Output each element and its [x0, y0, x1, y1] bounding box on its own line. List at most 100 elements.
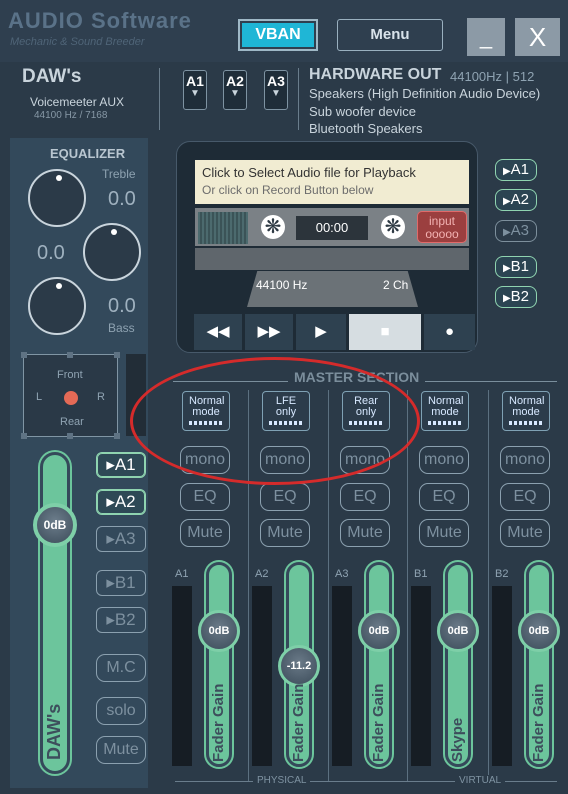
- input-sample-rate: 44100 Hz / 7168: [34, 110, 108, 121]
- eq-button-a3[interactable]: EQ: [340, 483, 390, 511]
- menu-button[interactable]: Menu: [337, 19, 443, 51]
- fader-knob-a2[interactable]: -11.2: [278, 644, 320, 687]
- mode-button-b2[interactable]: Normal mode: [502, 391, 550, 431]
- record-input-button[interactable]: input ooooo: [417, 211, 467, 243]
- eq-button-b1[interactable]: EQ: [419, 483, 469, 511]
- player-bus-a3[interactable]: ▶A3: [495, 220, 537, 242]
- daw-bus-a2-button[interactable]: ▶A2: [96, 489, 146, 515]
- app-brand-subtitle: Mechanic & Sound Breeder: [10, 36, 145, 48]
- player-channels: 2 Ch: [383, 278, 409, 292]
- bus-label-b2: B2: [495, 568, 509, 580]
- play-button[interactable]: ▶: [296, 314, 346, 350]
- input-strip-title[interactable]: DAW's: [22, 66, 81, 88]
- divider: [159, 68, 160, 130]
- play-icon: ▶: [106, 496, 115, 509]
- bus-selector-a2[interactable]: A2 ▼: [223, 70, 247, 110]
- player-bus-a2[interactable]: ▶A2: [495, 189, 537, 211]
- play-icon: ▶: [106, 614, 115, 627]
- player-bus-b2[interactable]: ▶B2: [495, 286, 537, 308]
- tape-level-grid: [198, 212, 248, 244]
- treble-value: 0.0: [108, 188, 136, 210]
- mono-button-b2[interactable]: mono: [500, 446, 550, 474]
- playback-prompt-sub: Or click on Record Button below: [202, 183, 374, 197]
- hardware-device-1: Speakers (High Definition Audio Device): [309, 86, 541, 101]
- dropdown-icon: ▼: [190, 88, 200, 99]
- mute-button-a1[interactable]: Mute: [180, 519, 230, 547]
- mute-button-a3[interactable]: Mute: [340, 519, 390, 547]
- mc-button[interactable]: M.C: [96, 654, 146, 682]
- bus-label-b1: B1: [414, 568, 428, 580]
- record-button[interactable]: ●: [424, 314, 475, 350]
- panner-position-dot[interactable]: [64, 391, 78, 405]
- play-icon: ▶: [106, 577, 115, 590]
- fader-label-a1: Fader Gain: [210, 683, 227, 762]
- mute-button-b2[interactable]: Mute: [500, 519, 550, 547]
- bus-selector-a3[interactable]: A3 ▼: [264, 70, 288, 110]
- minimize-button[interactable]: _: [467, 18, 505, 56]
- input-device-name: Voicemeeter AUX: [30, 95, 125, 109]
- bass-value: 0.0: [108, 295, 136, 317]
- solo-button[interactable]: solo: [96, 697, 146, 725]
- dropdown-icon: ▼: [271, 88, 281, 99]
- divider: [298, 68, 299, 130]
- hardware-device-3: Bluetooth Speakers: [309, 121, 423, 136]
- level-meter-a3: [332, 586, 352, 766]
- daw-bus-b2-button[interactable]: ▶B2: [96, 607, 146, 633]
- close-button[interactable]: X: [515, 18, 560, 56]
- eq-button-b2[interactable]: EQ: [500, 483, 550, 511]
- mute-button[interactable]: Mute: [96, 736, 146, 764]
- daw-bus-b1-button[interactable]: ▶B1: [96, 570, 146, 596]
- hardware-out-title[interactable]: HARDWARE OUT: [309, 66, 441, 84]
- fader-knob-a3[interactable]: 0dB: [358, 609, 400, 652]
- fader-knob-a1[interactable]: 0dB: [198, 609, 240, 652]
- player-bus-b1[interactable]: ▶B1: [495, 256, 537, 278]
- mode-label: Normal mode: [428, 395, 464, 418]
- fader-label-a2: Fader Gain: [290, 683, 307, 762]
- bass-knob[interactable]: [28, 277, 86, 335]
- play-icon: ▶: [502, 293, 511, 304]
- play-icon: ▶: [106, 533, 115, 546]
- virtual-label: VIRTUAL: [455, 775, 506, 786]
- play-icon: ▶: [106, 459, 115, 472]
- hardware-device-2: Sub woofer device: [309, 104, 416, 119]
- play-icon: ▶: [315, 323, 327, 340]
- mode-button-b1[interactable]: Normal mode: [421, 391, 469, 431]
- mode-label: Normal mode: [509, 395, 545, 418]
- bus-label-a1: A1: [175, 568, 189, 580]
- panner[interactable]: Front Rear L R: [21, 352, 120, 439]
- vban-button[interactable]: VBAN: [238, 19, 318, 51]
- physical-label: PHYSICAL: [253, 775, 311, 786]
- play-icon: ▶: [502, 196, 511, 207]
- daw-bus-a3-button[interactable]: ▶A3: [96, 526, 146, 552]
- mute-button-a2[interactable]: Mute: [260, 519, 310, 547]
- strip-divider: [488, 390, 489, 782]
- stop-button[interactable]: ■: [349, 314, 421, 350]
- playback-file-selector[interactable]: Click to Select Audio file for Playback …: [195, 160, 469, 204]
- rewind-button[interactable]: ◀◀: [194, 314, 242, 350]
- fast-forward-button[interactable]: ▶▶: [245, 314, 293, 350]
- eq-button-a1[interactable]: EQ: [180, 483, 230, 511]
- daw-fader-knob[interactable]: 0dB: [33, 503, 77, 547]
- level-meter-b1: [411, 586, 431, 766]
- hardware-out-rate: 44100Hz | 512: [450, 69, 535, 84]
- tape-window: [195, 248, 469, 270]
- fader-knob-b1[interactable]: 0dB: [437, 609, 479, 652]
- daw-bus-a1-button[interactable]: ▶A1: [96, 452, 146, 478]
- play-icon: ▶: [502, 263, 511, 274]
- bus-selector-a1[interactable]: A1 ▼: [183, 70, 207, 110]
- play-icon: ▶: [502, 227, 511, 238]
- mid-knob[interactable]: [83, 223, 141, 281]
- mute-button-b1[interactable]: Mute: [419, 519, 469, 547]
- equalizer-label: EQUALIZER: [50, 146, 126, 161]
- bus-label-a3: A3: [335, 568, 349, 580]
- fader-label-b1: Skype: [449, 717, 466, 762]
- mono-button-b1[interactable]: mono: [419, 446, 469, 474]
- fader-knob-b2[interactable]: 0dB: [518, 609, 560, 652]
- level-meter-a2: [252, 586, 272, 766]
- playback-time: 00:00: [296, 216, 368, 240]
- record-icon: ●: [444, 323, 455, 340]
- eq-button-a2[interactable]: EQ: [260, 483, 310, 511]
- player-bus-a1[interactable]: ▶A1: [495, 159, 537, 181]
- treble-knob[interactable]: [28, 169, 86, 227]
- reel-icon: ❋: [261, 215, 285, 239]
